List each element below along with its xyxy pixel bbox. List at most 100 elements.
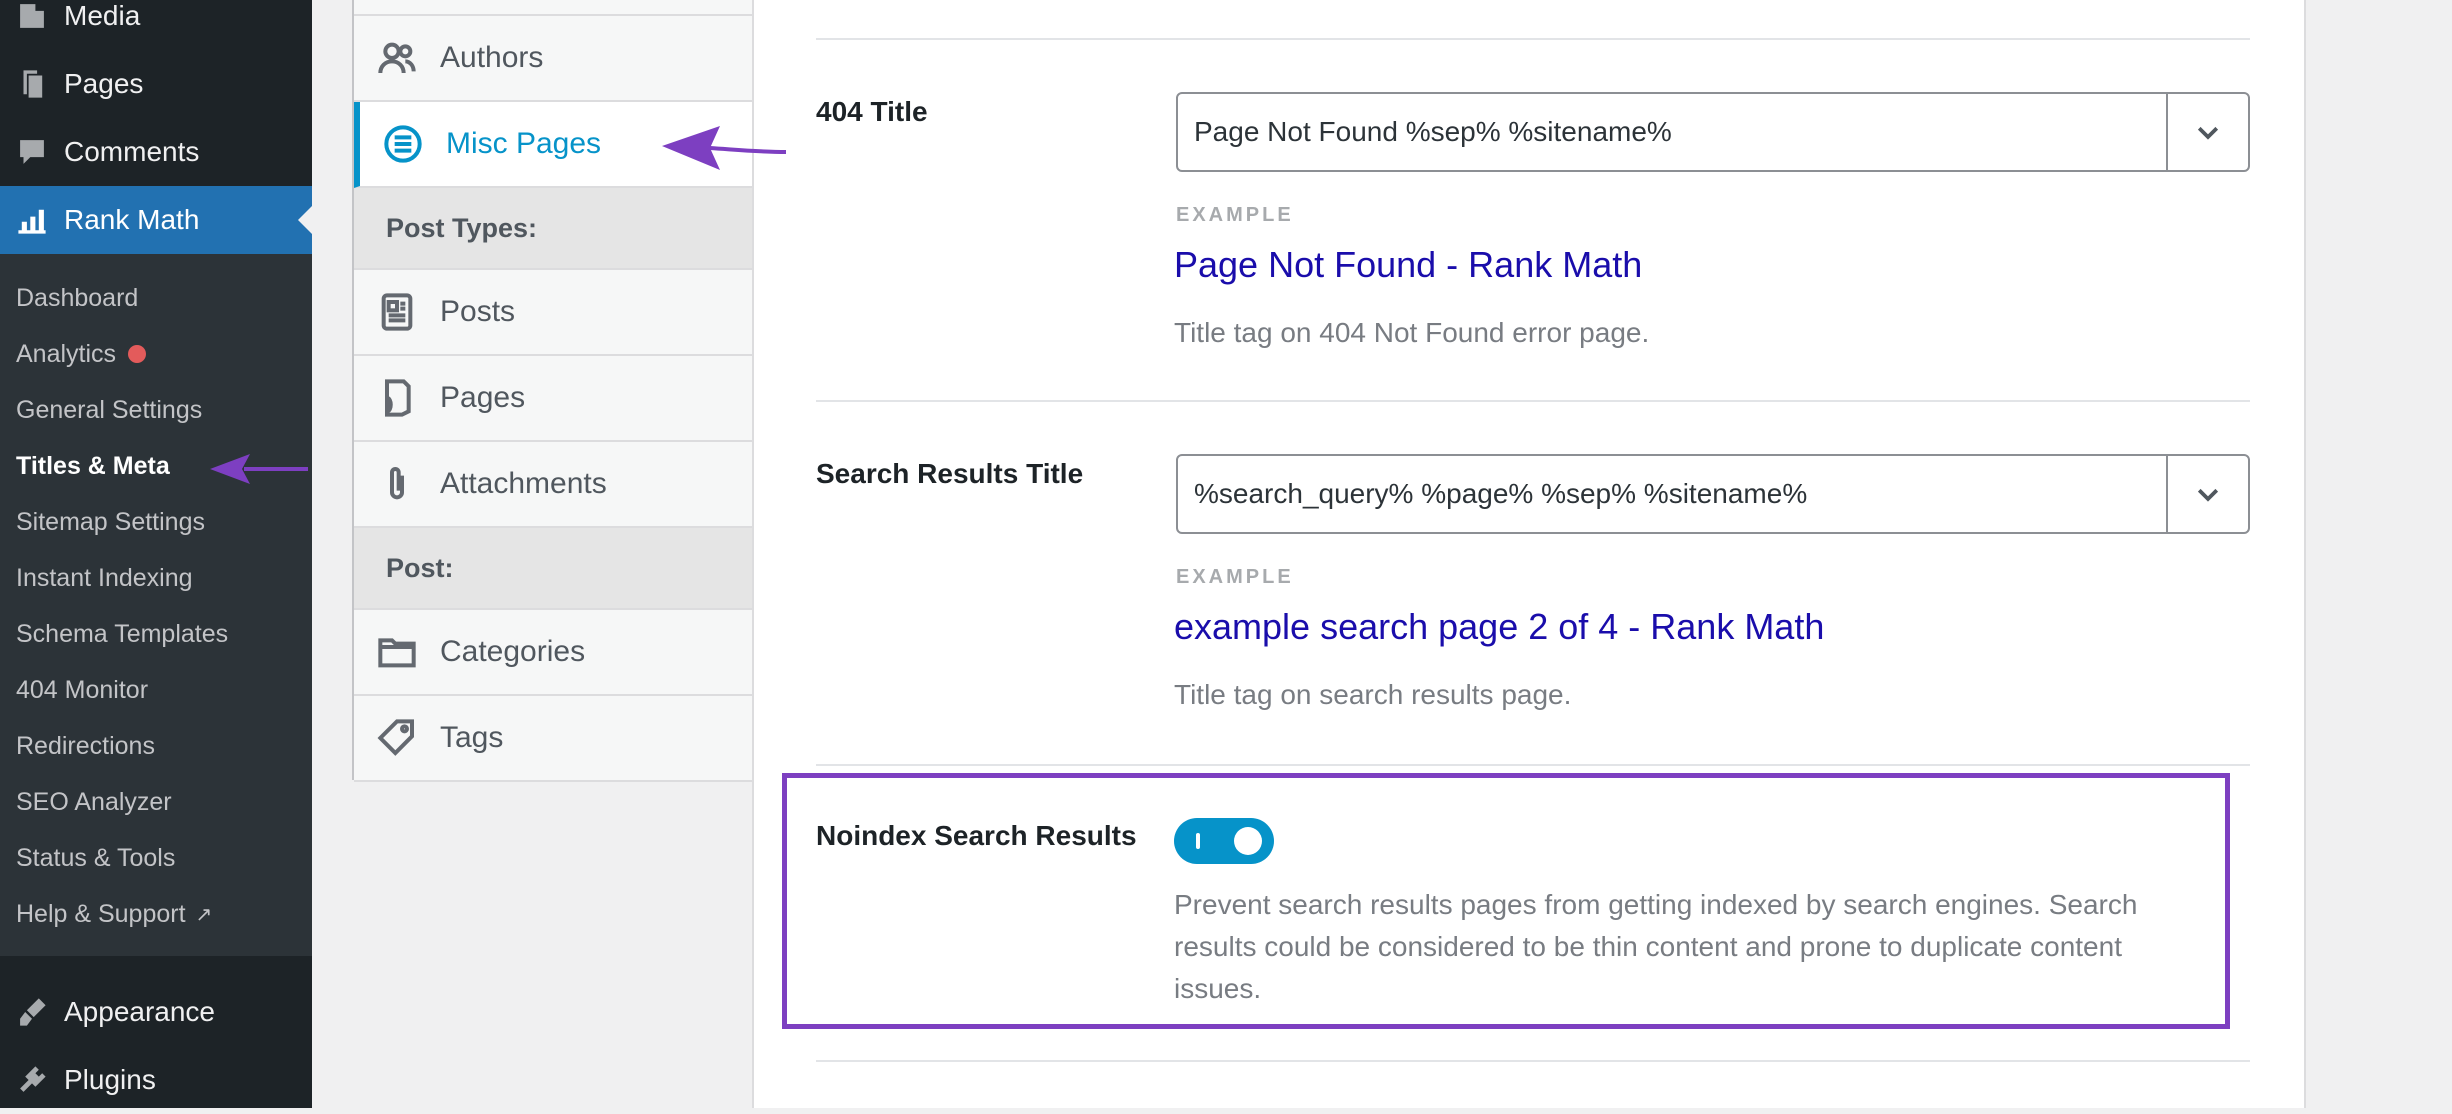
field-description: Prevent search results pages from gettin… — [1174, 889, 2138, 1004]
submenu-label: Analytics — [16, 339, 117, 368]
example-label: EXAMPLE — [1176, 566, 1294, 588]
media-icon — [0, 0, 64, 50]
submenu-item-status-tools[interactable]: Status & Tools — [16, 838, 175, 878]
nav-heading-post: Post: — [354, 528, 754, 610]
submenu-item-dashboard[interactable]: Dashboard — [16, 278, 138, 318]
tab-tags[interactable]: Tags — [354, 696, 754, 782]
menu-item-pages[interactable]: Pages — [0, 50, 312, 118]
noindex-search-toggle[interactable] — [1174, 818, 1274, 864]
menu-item-comments[interactable]: Comments — [0, 118, 312, 186]
variables-dropdown-button[interactable] — [2166, 456, 2248, 532]
nav-heading-post-types: Post Types: — [354, 188, 754, 270]
submenu-label: Dashboard — [16, 283, 139, 312]
tab-label: Categories — [440, 635, 586, 668]
document-icon — [354, 292, 440, 332]
tab-label: Attachments — [440, 467, 607, 500]
tab-authors[interactable]: Authors — [354, 16, 754, 102]
submenu-label: 404 Monitor — [16, 675, 149, 704]
submenu-label: Status & Tools — [16, 843, 176, 872]
wp-admin-sidebar: Media Pages Comments Rank Math Dashboard… — [0, 0, 312, 1108]
menu-item-plugins[interactable]: Plugins — [0, 1046, 312, 1114]
plug-icon — [0, 1046, 64, 1114]
menu-label-pages: Pages — [64, 68, 144, 99]
toggle-knob — [1234, 827, 1262, 855]
search-title-input[interactable] — [1178, 456, 2168, 532]
submenu-label: Titles & Meta — [16, 451, 170, 480]
comments-icon — [0, 118, 64, 186]
submenu-label: SEO Analyzer — [16, 787, 172, 816]
active-menu-notch — [298, 206, 312, 234]
submenu-label: General Settings — [16, 395, 203, 424]
submenu-label: Help & Support — [16, 899, 186, 928]
submenu-label: Redirections — [16, 731, 155, 760]
tab-attachments[interactable]: Attachments — [354, 442, 754, 528]
tab-posts[interactable]: Posts — [354, 270, 754, 356]
toggle-on-indicator — [1196, 833, 1200, 849]
field-label-search-title: Search Results Title — [816, 458, 1084, 489]
list-circle-icon — [360, 124, 446, 164]
paperclip-icon — [354, 464, 440, 504]
tab-label: Tags — [440, 721, 504, 754]
chevron-down-icon — [2197, 488, 2219, 502]
tab-categories[interactable]: Categories — [354, 610, 754, 696]
variables-dropdown-button[interactable] — [2166, 94, 2248, 170]
menu-label-rank-math: Rank Math — [64, 204, 200, 235]
annotation-arrow-misc-pages — [662, 126, 787, 170]
tab-label: Posts — [440, 295, 516, 328]
example-label: EXAMPLE — [1176, 204, 1294, 226]
submenu-label: Instant Indexing — [16, 563, 193, 592]
menu-item-appearance[interactable]: Appearance — [0, 978, 312, 1046]
example-preview: Page Not Found - Rank Math — [1174, 244, 1643, 285]
tab-label: Authors — [440, 41, 544, 74]
rank-math-submenu: Dashboard Analytics General Settings Tit… — [0, 254, 312, 956]
settings-content-panel: 404 Title EXAMPLE Page Not Found - Rank … — [752, 0, 2306, 1108]
submenu-item-sitemap-settings[interactable]: Sitemap Settings — [16, 502, 205, 542]
pages-icon — [0, 50, 64, 118]
submenu-item-404-monitor[interactable]: 404 Monitor — [16, 670, 148, 710]
tag-icon — [354, 718, 440, 758]
menu-item-media[interactable]: Media — [0, 0, 312, 50]
field-label-404-title: 404 Title — [816, 96, 928, 127]
divider — [816, 38, 2250, 40]
submenu-item-schema-templates[interactable]: Schema Templates — [16, 614, 228, 654]
field-description: Title tag on 404 Not Found error page. — [1174, 317, 1650, 348]
divider — [816, 400, 2250, 402]
paintbrush-icon — [0, 978, 64, 1046]
nav-row-cut — [354, 0, 754, 16]
submenu-item-redirections[interactable]: Redirections — [16, 726, 155, 766]
404-title-input[interactable] — [1178, 94, 2168, 170]
submenu-item-help-support[interactable]: Help & Support ↗ — [16, 894, 212, 934]
page-background — [2306, 0, 2452, 1108]
submenu-item-analytics[interactable]: Analytics — [16, 334, 147, 374]
submenu-item-titles-meta[interactable]: Titles & Meta — [16, 446, 170, 486]
menu-label-media: Media — [64, 0, 141, 31]
submenu-item-seo-analyzer[interactable]: SEO Analyzer — [16, 782, 172, 822]
tab-pages[interactable]: Pages — [354, 356, 754, 442]
chevron-down-icon — [2197, 126, 2219, 140]
divider — [816, 764, 2250, 766]
page-icon — [354, 378, 440, 418]
settings-tab-nav: Authors Misc Pages Post Types: Posts Pag… — [352, 0, 754, 782]
divider — [816, 1060, 2250, 1062]
search-title-field[interactable] — [1176, 454, 2250, 534]
folder-icon — [354, 632, 440, 672]
field-label-noindex-search: Noindex Search Results — [816, 820, 1137, 851]
submenu-label: Sitemap Settings — [16, 507, 205, 536]
menu-item-rank-math[interactable]: Rank Math — [0, 186, 312, 254]
external-link-icon: ↗ — [195, 903, 213, 926]
example-preview: example search page 2 of 4 - Rank Math — [1174, 606, 1825, 647]
submenu-label: Schema Templates — [16, 619, 229, 648]
users-icon — [354, 38, 440, 78]
404-title-field[interactable] — [1176, 92, 2250, 172]
tab-label: Misc Pages — [446, 127, 602, 160]
menu-label-comments: Comments — [64, 136, 200, 167]
notification-dot — [128, 345, 147, 363]
menu-label-appearance: Appearance — [64, 996, 216, 1027]
menu-label-plugins: Plugins — [64, 1064, 156, 1095]
rank-math-icon — [0, 186, 64, 254]
submenu-item-instant-indexing[interactable]: Instant Indexing — [16, 558, 193, 598]
submenu-item-general-settings[interactable]: General Settings — [16, 390, 202, 430]
annotation-arrow-titles-meta — [210, 454, 308, 484]
tab-label: Pages — [440, 381, 526, 414]
field-description: Title tag on search results page. — [1174, 679, 1572, 710]
